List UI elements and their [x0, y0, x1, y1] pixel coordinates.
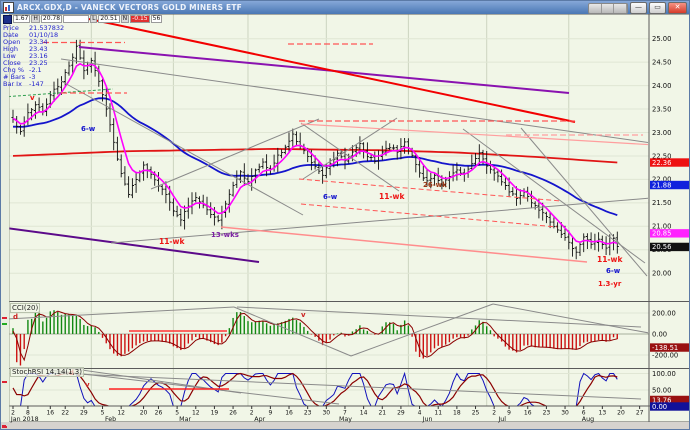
- svg-text:23.00: 23.00: [652, 129, 671, 137]
- chart-canvas[interactable]: 25.0024.5024.0023.5023.0022.5022.0021.50…: [1, 1, 690, 430]
- svg-text:29: 29: [397, 410, 405, 417]
- svg-text:Aug: Aug: [582, 416, 594, 423]
- titlebar-extra-buttons[interactable]: [588, 3, 628, 14]
- svg-text:11: 11: [434, 410, 442, 417]
- svg-text:23: 23: [543, 410, 551, 417]
- svg-text:25: 25: [472, 410, 480, 417]
- svg-text:9: 9: [268, 410, 272, 417]
- svg-text:21: 21: [378, 410, 386, 417]
- svg-text:May: May: [339, 416, 352, 423]
- scale-mark: [2, 426, 7, 428]
- minimize-button[interactable]: —: [630, 2, 647, 14]
- svg-text:11-wk: 11-wk: [379, 192, 405, 201]
- svg-text:12: 12: [192, 410, 200, 417]
- svg-text:27: 27: [636, 410, 644, 417]
- svg-text:22.36: 22.36: [652, 159, 671, 167]
- scale-mark: [2, 381, 7, 383]
- svg-text:13-wks: 13-wks: [211, 231, 239, 239]
- price-tag: -138.51: [650, 343, 689, 352]
- svg-text:26-wk: 26-wk: [423, 181, 447, 189]
- svg-text:20: 20: [617, 410, 625, 417]
- svg-text:16: 16: [46, 410, 54, 417]
- app-icon: [3, 2, 14, 13]
- price-tag: 20.85: [650, 229, 689, 238]
- svg-text:12: 12: [117, 410, 125, 417]
- svg-text:16: 16: [524, 410, 532, 417]
- cci-panel-title: CCI(20): [10, 303, 40, 313]
- svg-text:21.88: 21.88: [652, 181, 671, 189]
- svg-text:21.50: 21.50: [652, 199, 671, 207]
- svg-text:100.00: 100.00: [652, 370, 676, 378]
- svg-text:20: 20: [140, 410, 148, 417]
- svg-text:v: v: [301, 311, 306, 319]
- svg-text:2: 2: [492, 410, 496, 417]
- stoch-panel-title: StochRSI 14,14(1,3): [10, 367, 84, 377]
- svg-text:24.50: 24.50: [652, 58, 671, 66]
- close-button[interactable]: ✕: [668, 2, 687, 14]
- svg-text:Feb: Feb: [105, 416, 116, 423]
- svg-text:29: 29: [80, 410, 88, 417]
- svg-text:30: 30: [561, 410, 569, 417]
- svg-text:Jun: Jun: [422, 416, 433, 423]
- svg-text:6-w: 6-w: [323, 193, 338, 201]
- svg-text:24.00: 24.00: [652, 82, 671, 90]
- price-tag: 21.88: [650, 181, 689, 190]
- scale-mark: [2, 317, 7, 319]
- svg-text:-138.51: -138.51: [652, 344, 678, 352]
- svg-text:22: 22: [61, 410, 69, 417]
- svg-text:13: 13: [599, 410, 607, 417]
- restore-button[interactable]: ▭: [649, 2, 666, 14]
- svg-text:25.00: 25.00: [652, 35, 671, 43]
- svg-text:v: v: [85, 381, 90, 389]
- svg-text:d: d: [13, 313, 18, 321]
- svg-text:50.00: 50.00: [652, 386, 671, 394]
- svg-text:18: 18: [453, 410, 461, 417]
- svg-text:26: 26: [229, 410, 237, 417]
- svg-text:0.00: 0.00: [652, 330, 667, 338]
- window-title: ARCX.GDX,D - VANECK VECTORS GOLD MINERS …: [17, 3, 242, 12]
- chart-window: ARCX.GDX,D - VANECK VECTORS GOLD MINERS …: [0, 0, 690, 430]
- svg-text:19: 19: [211, 410, 219, 417]
- svg-text:30: 30: [322, 410, 330, 417]
- svg-text:23.50: 23.50: [652, 105, 671, 113]
- svg-text:1.3-yr: 1.3-yr: [598, 280, 622, 288]
- svg-text:20.56: 20.56: [652, 243, 671, 251]
- svg-text:11-wk: 11-wk: [159, 237, 185, 246]
- svg-text:6-w: 6-w: [81, 125, 96, 133]
- svg-text:2: 2: [250, 410, 254, 417]
- svg-text:16: 16: [285, 410, 293, 417]
- svg-text:11-wk: 11-wk: [597, 255, 623, 264]
- svg-text:Jan 2018: Jan 2018: [10, 416, 39, 423]
- svg-text:23: 23: [304, 410, 312, 417]
- svg-text:Mar: Mar: [179, 416, 191, 423]
- scale-mark: [2, 323, 7, 325]
- svg-text:20.85: 20.85: [652, 230, 671, 238]
- svg-text:0.00: 0.00: [652, 403, 667, 411]
- price-tag: 22.36: [650, 158, 689, 167]
- svg-text:26: 26: [155, 410, 163, 417]
- price-tag: 20.56: [650, 243, 689, 252]
- svg-text:9: 9: [507, 410, 511, 417]
- svg-text:Jul: Jul: [497, 416, 506, 423]
- svg-text:4: 4: [418, 410, 422, 417]
- svg-text:-200.00: -200.00: [652, 351, 678, 359]
- svg-text:6-w: 6-w: [606, 267, 621, 275]
- svg-text:14: 14: [360, 410, 368, 417]
- price-tag: 0.00: [650, 402, 689, 411]
- svg-text:Apr: Apr: [254, 416, 265, 423]
- svg-text:20.00: 20.00: [652, 270, 671, 278]
- svg-text:200.00: 200.00: [652, 309, 676, 317]
- left-scale-strip: [1, 14, 9, 422]
- svg-text:v: v: [30, 94, 35, 102]
- title-bar[interactable]: ARCX.GDX,D - VANECK VECTORS GOLD MINERS …: [1, 1, 689, 14]
